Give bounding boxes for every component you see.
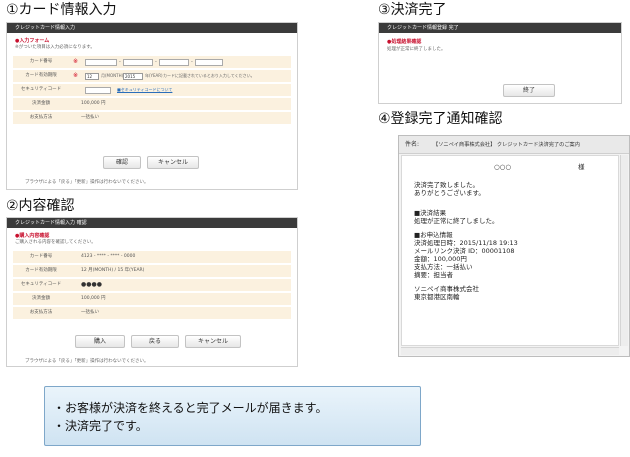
complete-panel: クレジットカード情報登録 完了 ●処理結果確認 処理が正常に終了しました。 終了 xyxy=(378,22,622,104)
separator: - xyxy=(191,59,193,65)
result-message: 処理が正常に終了しました。 xyxy=(387,47,446,52)
separator: - xyxy=(155,59,157,65)
mail-body-line: ありがとうございます。 xyxy=(414,189,485,197)
card-number-label: カード番号 xyxy=(29,254,53,259)
security-code-help-link[interactable]: ■セキュリティコードについて xyxy=(117,84,172,96)
cancel-button[interactable]: キャンセル xyxy=(185,335,241,348)
security-code-value: ●●●● xyxy=(81,281,102,288)
confirm-button[interactable]: 確認 xyxy=(103,156,141,169)
mail-horizontal-scrollbar[interactable] xyxy=(401,347,619,355)
browser-warning: ブラウザによる「戻る」「更新」操作は行わないでください。 xyxy=(25,180,149,185)
result-heading: ●処理結果確認 xyxy=(387,39,422,45)
expiry-year-unit: 年(YEAR) xyxy=(145,73,163,78)
mail-subject: 【ソニペイ商事株式会社】 クレジットカード決済完了のご案内 xyxy=(433,142,580,148)
expiry-month-unit: 月(MONTH) xyxy=(101,73,124,78)
callout-line-1: ・お客様が決済を終えると完了メールが届きます。 xyxy=(53,401,328,415)
mail-body-line: メールリンク決済 ID：00001108 xyxy=(414,247,515,255)
step-confirm-title: ②内容確認 xyxy=(6,198,75,214)
mail-body-line: 東京都港区南輪 xyxy=(414,293,460,301)
separator: - xyxy=(119,59,121,65)
confirm-bar: クレジットカード情報入力 確認 xyxy=(7,218,297,228)
required-mark: ※ xyxy=(73,72,79,79)
expiry-row: カード有効期限 12 月(MONTH) / 15 年(YEAR) xyxy=(13,265,291,277)
expiry-row: カード有効期限 ※ 12 月(MONTH) 2015 年(YEAR) カードに記… xyxy=(13,70,291,82)
finish-button[interactable]: 終了 xyxy=(503,84,555,97)
mail-addressee: ○○○ xyxy=(494,163,512,171)
mail-body-line: 処理が正常に終了しました。 xyxy=(414,217,499,225)
amount-row: 決済金額 100,000 円 xyxy=(13,293,291,305)
purchase-check-note: ご購入される内容を確認してください。 xyxy=(15,240,96,245)
payment-method-row: お支払方法 一括払い xyxy=(13,112,291,124)
step-card-input-title: ①カード情報入力 xyxy=(6,2,117,18)
mail-body-line: 摘要：担当者 xyxy=(414,271,453,279)
step-notify-title: ④登録完了通知確認 xyxy=(378,111,503,127)
confirm-panel: クレジットカード情報入力 確認 ●購入内容確認 ご購入される内容を確認してくださ… xyxy=(6,217,298,367)
info-callout: ・お客様が決済を終えると完了メールが届きます。 ・決済完了です。 xyxy=(44,386,421,446)
cancel-button[interactable]: キャンセル xyxy=(147,156,199,169)
card-input-bar: クレジットカード情報入力 xyxy=(7,23,297,33)
card-number-label: カード番号 xyxy=(29,59,53,64)
callout-line-2: ・決済完了です。 xyxy=(53,419,148,433)
browser-warning: ブラウザによる「戻る」「更新」操作は行わないでください。 xyxy=(25,359,149,364)
expiry-month-select[interactable]: 12 xyxy=(85,73,99,80)
mail-body-line: 決済完了致しました。 xyxy=(414,181,479,189)
payment-method-label: お支払方法 xyxy=(29,310,53,315)
expiry-value: 12 月(MONTH) / 15 年(YEAR) xyxy=(81,268,145,273)
payment-method-label: お支払方法 xyxy=(29,115,53,120)
security-code-label: セキュリティコード xyxy=(20,87,62,92)
amount-label: 決済金額 xyxy=(32,296,50,301)
subject-label: 件名: xyxy=(405,141,420,148)
mail-body-line: ■決済結果 xyxy=(414,209,447,217)
back-button[interactable]: 戻る xyxy=(131,335,179,348)
buy-button[interactable]: 購入 xyxy=(75,335,125,348)
payment-method-row: お支払方法 一括払い xyxy=(13,307,291,319)
complete-bar: クレジットカード情報登録 完了 xyxy=(379,23,621,33)
mail-body-line: 金額：100,000円 xyxy=(414,255,467,263)
card-number-row: カード番号 ※ - - - xyxy=(13,56,291,68)
amount-label: 決済金額 xyxy=(32,101,50,106)
security-code-row: セキュリティコード ■セキュリティコードについて xyxy=(13,84,291,96)
amount-value: 100,000 円 xyxy=(81,101,106,106)
expiry-hint: カードに記載されているとおり入力してください。 xyxy=(163,73,255,78)
security-code-input[interactable] xyxy=(85,87,111,94)
step-complete-title: ③決済完了 xyxy=(378,2,447,18)
card-number-input-1[interactable] xyxy=(85,59,117,66)
mail-body-line: 支払方法：一括払い xyxy=(414,263,473,271)
mail-body-line: 決済処理日時：2015/11/18 19:13 xyxy=(414,239,518,247)
card-number-input-2[interactable] xyxy=(123,59,153,66)
expiry-year-select[interactable]: 2015 xyxy=(123,73,143,80)
mail-body-line: ソニペイ商事株式会社 xyxy=(414,285,479,293)
amount-value: 100,000 円 xyxy=(81,296,106,301)
expiry-label: カード有効期限 xyxy=(25,268,57,273)
payment-method-value: 一括払い xyxy=(81,115,99,120)
required-note: ※がついた項目は入力必須になります。 xyxy=(15,45,95,50)
card-number-input-4[interactable] xyxy=(195,59,223,66)
payment-method-value: 一括払い xyxy=(81,310,99,315)
mail-vertical-scrollbar[interactable] xyxy=(620,155,628,346)
security-code-label: セキュリティコード xyxy=(20,282,62,287)
mail-body: ○○○ 様 決済完了致しました。 ありがとうございます。 ■決済結果 処理が正常に終了… xyxy=(401,155,619,346)
amount-row: 決済金額 100,000 円 xyxy=(13,98,291,110)
mail-honorific: 様 xyxy=(578,163,585,171)
mail-window: 件名: 【ソニペイ商事株式会社】 クレジットカード決済完了のご案内 ○○○ 様 … xyxy=(398,135,630,357)
card-number-input-3[interactable] xyxy=(159,59,189,66)
mail-body-line: ■お申込情報 xyxy=(414,231,453,239)
card-number-row: カード番号 4123 - **** - **** - 0000 xyxy=(13,251,291,263)
card-number-value: 4123 - **** - **** - 0000 xyxy=(81,254,136,259)
security-code-row: セキュリティコード ●●●● xyxy=(13,279,291,291)
card-input-panel: クレジットカード情報入力 ●入力フォーム ※がついた項目は入力必須になります。 … xyxy=(6,22,298,190)
required-mark: ※ xyxy=(73,58,79,65)
mail-header: 件名: 【ソニペイ商事株式会社】 クレジットカード決済完了のご案内 xyxy=(399,136,629,154)
expiry-label: カード有効期限 xyxy=(25,73,57,78)
